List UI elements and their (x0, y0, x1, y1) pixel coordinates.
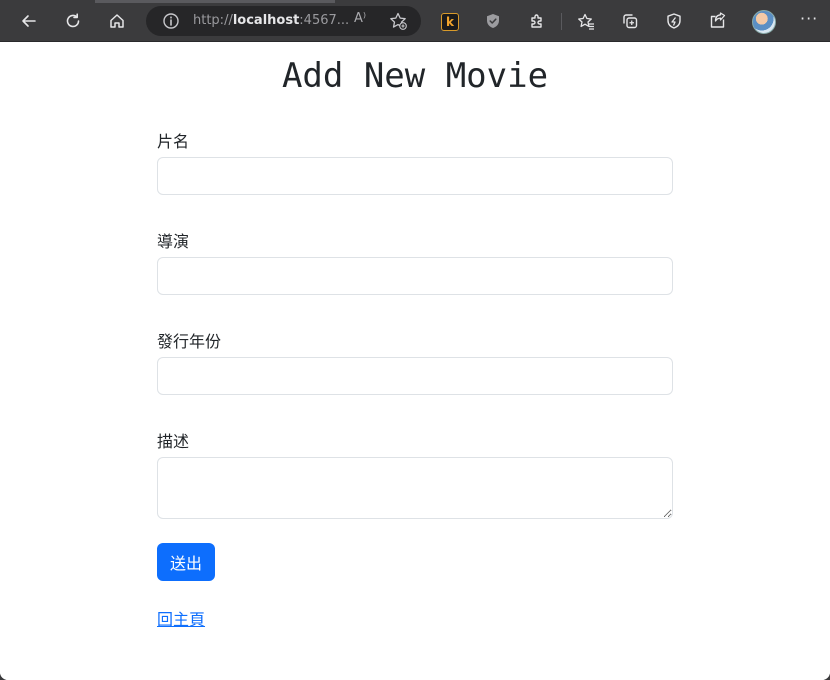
browser-essentials-icon (667, 13, 681, 29)
movie-name-label: 片名 (157, 132, 190, 151)
refresh-button[interactable] (58, 6, 88, 36)
more-icon[interactable]: ··· (800, 9, 818, 28)
share-icon (710, 12, 726, 28)
release-year-label: 發行年份 (157, 332, 222, 351)
movie-name-input[interactable] (157, 157, 673, 195)
home-button[interactable] (102, 6, 132, 36)
submit-button[interactable]: 送出 (157, 543, 215, 581)
page-content: Add New Movie 片名 導演 發行年份 描述 送出 回主頁 (0, 42, 830, 680)
description-textarea[interactable] (157, 457, 673, 519)
collections-icon (623, 14, 638, 29)
url-host: localhost (232, 13, 300, 28)
read-aloud-icon[interactable]: A⁾ (354, 11, 366, 26)
toolbar-separator (561, 13, 562, 30)
extensions-icon (531, 14, 542, 28)
add-favorite-icon[interactable] (388, 11, 408, 31)
refresh-icon (66, 13, 80, 28)
url-rest: :4567... (299, 13, 350, 28)
browser-window: http://localhost:4567... A⁾ k ··· Add Ne… (0, 0, 830, 680)
page-title: Add New Movie (281, 56, 549, 96)
url-prefix: http:// (193, 13, 233, 28)
director-label: 導演 (157, 232, 190, 251)
shield-button[interactable] (478, 6, 508, 36)
back-icon (22, 15, 36, 27)
avatar[interactable] (752, 10, 776, 34)
home-icon (110, 14, 124, 28)
collections-button[interactable] (615, 6, 645, 36)
share-button[interactable] (703, 6, 733, 36)
description-label: 描述 (157, 432, 190, 451)
browser-toolbar: http://localhost:4567... A⁾ k ··· (0, 0, 830, 42)
shield-icon (487, 14, 499, 28)
extensions-button[interactable] (522, 6, 552, 36)
home-link[interactable]: 回主頁 (157, 606, 205, 630)
back-button[interactable] (14, 6, 44, 36)
favorites-button[interactable] (571, 6, 601, 36)
director-input[interactable] (157, 257, 673, 295)
browser-essentials-button[interactable] (659, 6, 689, 36)
release-year-input[interactable] (157, 357, 673, 395)
url-text[interactable]: http://localhost:4567... (193, 13, 349, 28)
favorites-icon (578, 13, 594, 30)
address-bar[interactable]: http://localhost:4567... A⁾ (146, 6, 421, 36)
k-extension-icon[interactable]: k (441, 13, 459, 31)
active-tab-indicator (95, 0, 335, 3)
info-icon[interactable] (162, 12, 180, 30)
